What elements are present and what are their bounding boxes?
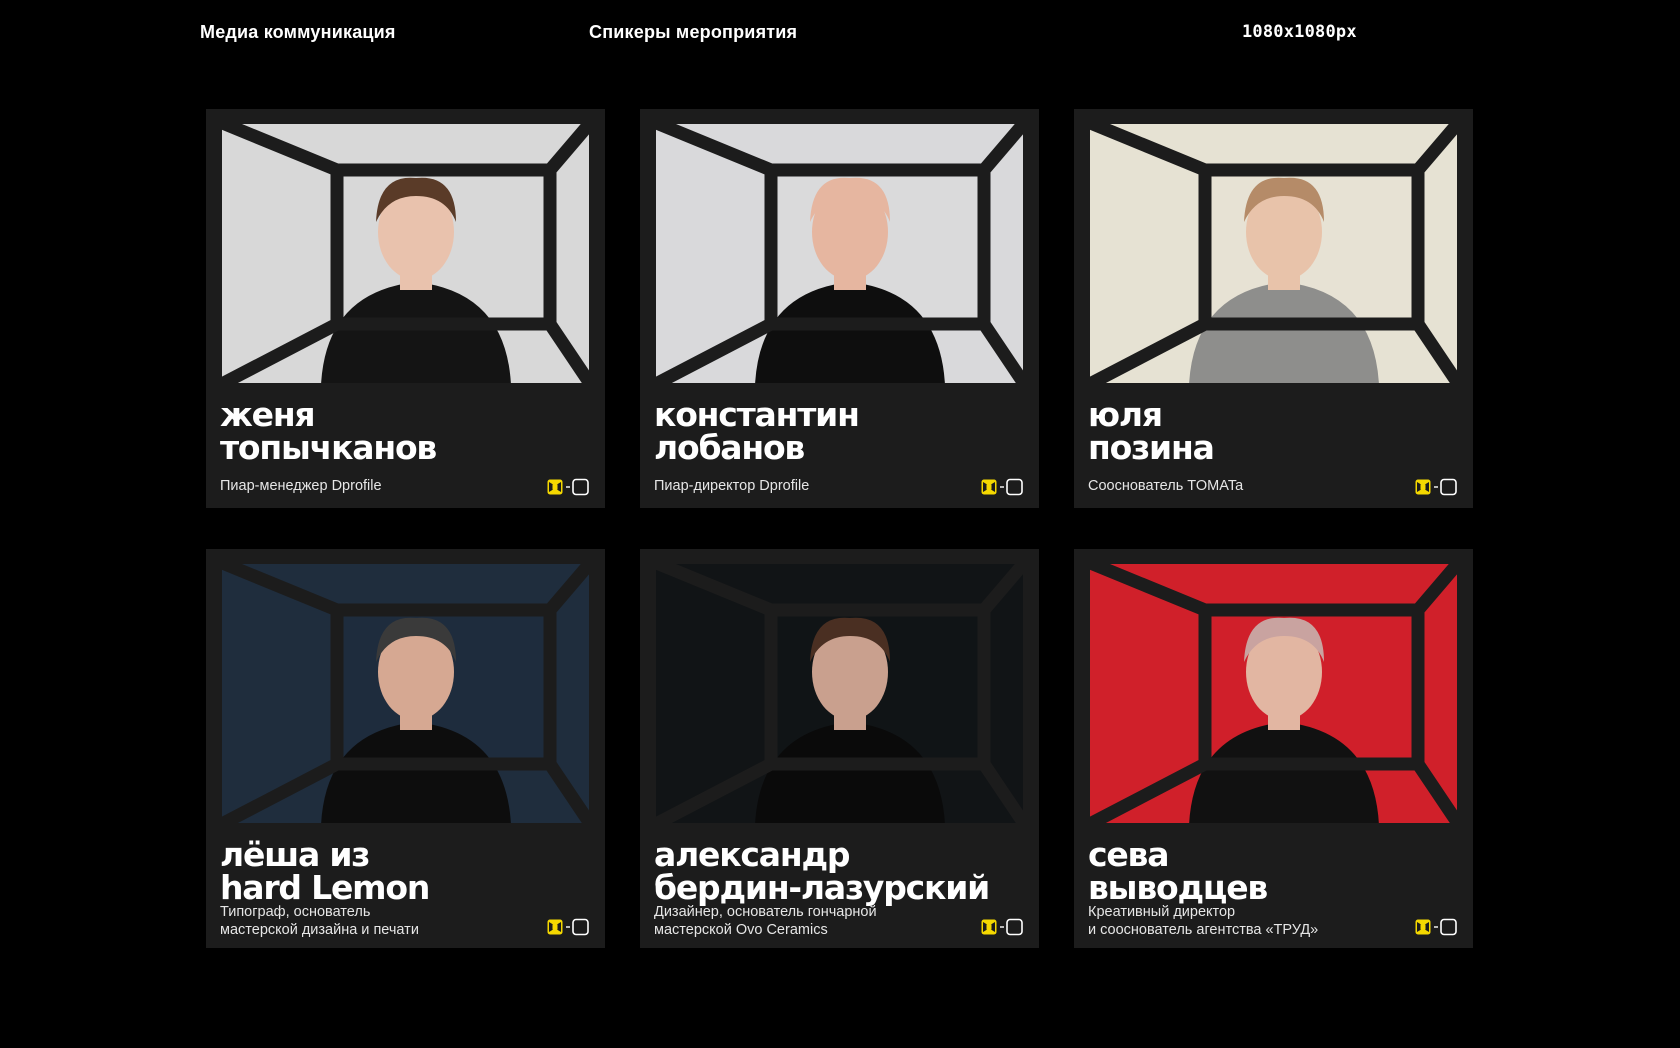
brand-logo-icon bbox=[546, 478, 592, 496]
speaker-role-line1: Дизайнер, основатель гончарной bbox=[654, 904, 877, 920]
speaker-name-line2: топычканов bbox=[220, 428, 437, 467]
speaker-role: Типограф, основатель мастерской дизайна и… bbox=[220, 903, 419, 939]
speaker-role-line1: Сооснователь TOMATa bbox=[1088, 478, 1244, 494]
speaker-role: Пиар-директор Dprofile bbox=[654, 477, 809, 495]
speaker-name: александр бердин-лазурский bbox=[654, 835, 990, 907]
speaker-name: юля позина bbox=[1088, 395, 1215, 467]
speaker-card: константин лобанов Пиар-директор Dprofile bbox=[640, 109, 1039, 508]
room-frame-graphic bbox=[654, 122, 1025, 385]
room-frame-graphic bbox=[654, 562, 1025, 825]
header-title: Спикеры мероприятия bbox=[589, 22, 798, 42]
speaker-card: женя топычканов Пиар-менеджер Dprofile bbox=[206, 109, 605, 508]
speaker-name-line1: константин bbox=[654, 395, 860, 434]
speaker-role-line1: Пиар-менеджер Dprofile bbox=[220, 478, 382, 494]
speaker-role-line1: Пиар-директор Dprofile bbox=[654, 478, 810, 494]
speaker-role: Дизайнер, основатель гончарной мастерской… bbox=[654, 903, 877, 939]
speaker-name-line1: женя bbox=[220, 395, 316, 434]
room-frame-graphic bbox=[220, 122, 591, 385]
speaker-name-line1: юля bbox=[1088, 395, 1163, 434]
room-frame-graphic bbox=[1088, 562, 1459, 825]
speaker-photo bbox=[654, 122, 1025, 385]
speaker-role: Пиар-менеджер Dprofile bbox=[220, 477, 382, 495]
speaker-name: сева выводцев bbox=[1088, 835, 1268, 907]
speaker-name-line2: выводцев bbox=[1088, 868, 1268, 907]
brand-logo-icon bbox=[1414, 478, 1460, 496]
speaker-card: александр бердин-лазурский Дизайнер, основ… bbox=[640, 549, 1039, 948]
brand-logo-icon bbox=[980, 478, 1026, 496]
speaker-role: Сооснователь TOMATa bbox=[1088, 477, 1243, 495]
header-category: Медиа коммуникация bbox=[200, 22, 396, 42]
speaker-name-line2: бердин-лазурский bbox=[654, 868, 990, 907]
speaker-role-line2: и сооснователь агентства «ТРУД» bbox=[1088, 922, 1319, 938]
room-frame-graphic bbox=[1088, 122, 1459, 385]
speaker-role-line1: Типограф, основатель bbox=[220, 904, 371, 920]
speaker-photo bbox=[654, 562, 1025, 825]
speaker-name-line2: hard Lemon bbox=[220, 868, 430, 907]
speaker-role-line2: мастерской Ovo Ceramics bbox=[654, 922, 828, 938]
speaker-photo bbox=[1088, 562, 1459, 825]
header-size: 1080x1080px bbox=[1242, 22, 1357, 42]
brand-logo-icon bbox=[1414, 918, 1460, 936]
speaker-card: юля позина Сооснователь TOMATa bbox=[1074, 109, 1473, 508]
room-frame-graphic bbox=[220, 562, 591, 825]
brand-logo-icon bbox=[980, 918, 1026, 936]
speaker-name-line1: александр bbox=[654, 835, 851, 874]
speaker-role: Креативный директор и сооснователь агентс… bbox=[1088, 903, 1318, 939]
speaker-name: лёша из hard Lemon bbox=[220, 835, 430, 907]
speaker-photo bbox=[220, 122, 591, 385]
speakers-board: Медиа коммуникация Спикеры мероприятия 1… bbox=[0, 0, 1680, 1048]
speaker-card: сева выводцев Креативный директор и сооснов… bbox=[1074, 549, 1473, 948]
speaker-card: лёша из hard Lemon Типограф, основатель мас… bbox=[206, 549, 605, 948]
speaker-photo bbox=[1088, 122, 1459, 385]
speaker-photo bbox=[220, 562, 591, 825]
speaker-name: константин лобанов bbox=[654, 395, 860, 467]
speaker-role-line1: Креативный директор bbox=[1088, 904, 1236, 920]
speaker-name-line1: лёша из bbox=[220, 835, 370, 874]
speaker-name-line2: лобанов bbox=[654, 428, 805, 467]
speaker-name: женя топычканов bbox=[220, 395, 437, 467]
speaker-name-line1: сева bbox=[1088, 835, 1169, 874]
speaker-name-line2: позина bbox=[1088, 428, 1215, 467]
speaker-role-line2: мастерской дизайна и печати bbox=[220, 922, 419, 938]
brand-logo-icon bbox=[546, 918, 592, 936]
